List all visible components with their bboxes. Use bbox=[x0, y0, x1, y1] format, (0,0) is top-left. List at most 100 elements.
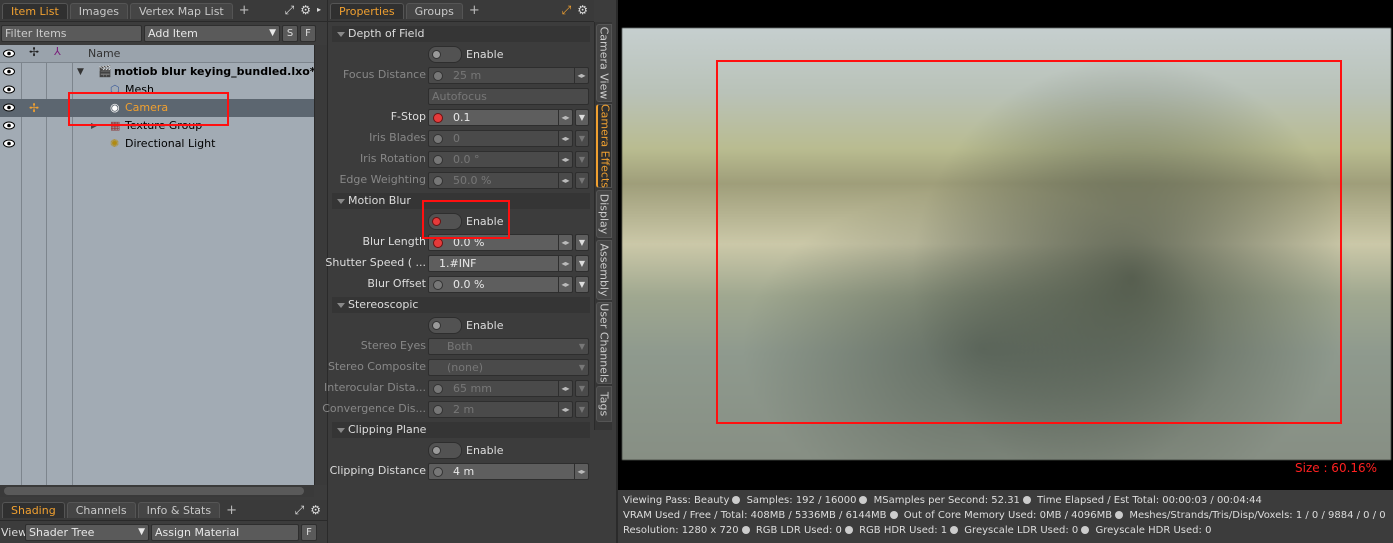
shutter-speed-field[interactable]: 1.#INF ◂▸ bbox=[428, 255, 573, 272]
eye-icon[interactable] bbox=[3, 67, 15, 76]
blur-length-dropdown[interactable]: ▼ bbox=[575, 234, 589, 251]
gear-icon[interactable]: ⚙ bbox=[310, 503, 321, 518]
light-icon: ✺ bbox=[110, 137, 120, 150]
f-button[interactable]: F bbox=[300, 24, 316, 42]
size-label: Size : 60.16% bbox=[1295, 461, 1378, 475]
blur-offset-field[interactable]: 0.0 % ◂▸ bbox=[428, 276, 573, 293]
clipping-distance-label: Clipping Distance bbox=[329, 464, 426, 477]
section-stereoscopic[interactable]: Stereoscopic bbox=[332, 297, 590, 313]
fstop-value: 0.1 bbox=[453, 111, 471, 124]
tab-channels[interactable]: Channels bbox=[66, 502, 136, 518]
stereo-eyes-dropdown[interactable]: Both ▼ bbox=[428, 338, 589, 355]
shutter-speed-dropdown[interactable]: ▼ bbox=[575, 255, 589, 272]
add-item-dropdown[interactable]: Add Item ▼ bbox=[144, 24, 280, 42]
chevron-down-icon: ▼ bbox=[269, 27, 276, 38]
fstop-field[interactable]: 0.1 ◂▸ bbox=[428, 109, 573, 126]
iris-blades-label: Iris Blades bbox=[369, 131, 426, 144]
interocular-dropdown[interactable]: ▼ bbox=[575, 380, 589, 397]
render-toggle-icon: ✢ bbox=[29, 45, 40, 59]
eye-icon bbox=[3, 49, 15, 58]
filter-items-input[interactable]: Filter Items bbox=[1, 24, 142, 42]
tree-row-directional-light[interactable]: ✺ Directional Light bbox=[0, 135, 314, 153]
panel-menu-icon[interactable]: ▸ bbox=[317, 3, 321, 18]
camera-annotation-box bbox=[68, 92, 229, 126]
add-tab-icon[interactable]: + bbox=[226, 503, 237, 518]
iris-blades-dropdown[interactable]: ▼ bbox=[575, 130, 589, 147]
eye-icon[interactable] bbox=[3, 103, 15, 112]
render-region-box[interactable] bbox=[716, 60, 1342, 424]
chevron-down-icon: ▼ bbox=[578, 342, 585, 351]
add-item-label: Add Item bbox=[148, 26, 198, 40]
scene-icon: 🎬 bbox=[98, 65, 112, 78]
shader-tree-row: View Shader Tree ▼ Assign Material F bbox=[0, 521, 327, 543]
dof-enable-toggle[interactable] bbox=[428, 46, 462, 63]
eye-icon[interactable] bbox=[3, 139, 15, 148]
assign-material-button[interactable]: Assign Material bbox=[151, 523, 299, 541]
collapse-arrow-icon[interactable]: ▼ bbox=[77, 63, 84, 81]
iris-rotation-dropdown[interactable]: ▼ bbox=[575, 151, 589, 168]
shutter-speed-value: 1.#INF bbox=[439, 257, 477, 270]
add-tab-icon[interactable]: + bbox=[469, 3, 480, 18]
tab-vertex-map-list[interactable]: Vertex Map List bbox=[129, 2, 233, 19]
item-list-tabbar: Item List Images Vertex Map List + ⤢ ⚙ ▸ bbox=[0, 0, 327, 22]
axis-icon: ⅄ bbox=[54, 45, 61, 58]
autofocus-button[interactable]: Autofocus bbox=[428, 88, 589, 105]
blur-length-label: Blur Length bbox=[362, 235, 426, 248]
clip-enable-toggle[interactable] bbox=[428, 442, 462, 459]
f-button[interactable]: F bbox=[301, 523, 317, 541]
render-enabled-icon[interactable]: ✢ bbox=[29, 99, 39, 117]
convergence-field[interactable]: 2 m ◂▸ bbox=[428, 401, 573, 418]
tab-info-stats[interactable]: Info & Stats bbox=[137, 502, 221, 518]
iris-blades-field[interactable]: 0 ◂▸ bbox=[428, 130, 573, 147]
vtab-tags[interactable]: Tags bbox=[596, 386, 612, 422]
stereo-eyes-value: Both bbox=[447, 340, 473, 353]
vram-text: VRAM Used / Free / Total: 408MB / 5336MB… bbox=[623, 510, 887, 521]
fstop-dropdown[interactable]: ▼ bbox=[575, 109, 589, 126]
tab-shading[interactable]: Shading bbox=[2, 502, 65, 518]
convergence-dropdown[interactable]: ▼ bbox=[575, 401, 589, 418]
vtab-camera-effects[interactable]: Camera Effects bbox=[596, 104, 612, 188]
shading-tabbar: Shading Channels Info & Stats + ⤢ ⚙ bbox=[0, 500, 327, 521]
chevron-down-icon: ▼ bbox=[138, 526, 145, 537]
interocular-field[interactable]: 65 mm ◂▸ bbox=[428, 380, 573, 397]
expand-panel-icon[interactable]: ⤢ bbox=[562, 3, 572, 18]
vtab-camera-view[interactable]: Camera View bbox=[596, 24, 612, 102]
section-depth-of-field[interactable]: Depth of Field bbox=[332, 26, 590, 42]
spin-icon[interactable]: ◂▸ bbox=[574, 68, 588, 83]
edge-weighting-dropdown[interactable]: ▼ bbox=[575, 172, 589, 189]
focus-distance-field[interactable]: 25 m ◂▸ bbox=[428, 67, 589, 84]
gear-icon[interactable]: ⚙ bbox=[577, 3, 588, 18]
spin-icon[interactable]: ◂▸ bbox=[558, 110, 572, 125]
tab-properties[interactable]: Properties bbox=[330, 2, 404, 19]
iris-rotation-field[interactable]: 0.0 ° ◂▸ bbox=[428, 151, 573, 168]
tree-row-scene[interactable]: ▼ 🎬 motiob blur keying_bundled.lxo* bbox=[0, 63, 316, 81]
eye-icon[interactable] bbox=[3, 85, 15, 94]
expand-panel-icon[interactable]: ⤢ bbox=[295, 503, 305, 518]
tab-groups[interactable]: Groups bbox=[405, 2, 463, 19]
edge-weighting-field[interactable]: 50.0 % ◂▸ bbox=[428, 172, 573, 189]
vertical-tabs: Camera View Camera Effects Display Assem… bbox=[594, 22, 612, 430]
ooc-text: Out of Core Memory Used: 0MB / 4096MB bbox=[903, 510, 1113, 521]
s-button[interactable]: S bbox=[282, 24, 298, 42]
properties-tabbar: Properties Groups + ⤢ ⚙ bbox=[328, 0, 594, 22]
chevron-down-icon: ▼ bbox=[578, 363, 585, 372]
tree-horizontal-scrollbar[interactable] bbox=[0, 485, 314, 497]
clipping-distance-field[interactable]: 4 m ◂▸ bbox=[428, 463, 589, 480]
tab-item-list[interactable]: Item List bbox=[2, 2, 68, 19]
eye-icon[interactable] bbox=[3, 121, 15, 130]
expand-panel-icon[interactable]: ⤢ bbox=[285, 3, 295, 18]
blur-offset-dropdown[interactable]: ▼ bbox=[575, 276, 589, 293]
gear-icon[interactable]: ⚙ bbox=[300, 3, 311, 18]
shader-tree-dropdown[interactable]: Shader Tree ▼ bbox=[25, 523, 149, 541]
tab-images[interactable]: Images bbox=[69, 2, 128, 19]
motion-blur-annotation-box bbox=[422, 200, 510, 239]
stereo-composite-dropdown[interactable]: (none) ▼ bbox=[428, 359, 589, 376]
vtab-display[interactable]: Display bbox=[596, 190, 612, 238]
add-tab-icon[interactable]: + bbox=[239, 3, 250, 18]
section-clipping-plane[interactable]: Clipping Plane bbox=[332, 422, 590, 438]
fstop-label: F-Stop bbox=[390, 110, 426, 123]
name-column-header[interactable]: Name bbox=[88, 47, 120, 60]
stereo-enable-toggle[interactable] bbox=[428, 317, 462, 334]
vtab-user-channels[interactable]: User Channels bbox=[596, 302, 612, 384]
vtab-assembly[interactable]: Assembly bbox=[596, 240, 612, 300]
